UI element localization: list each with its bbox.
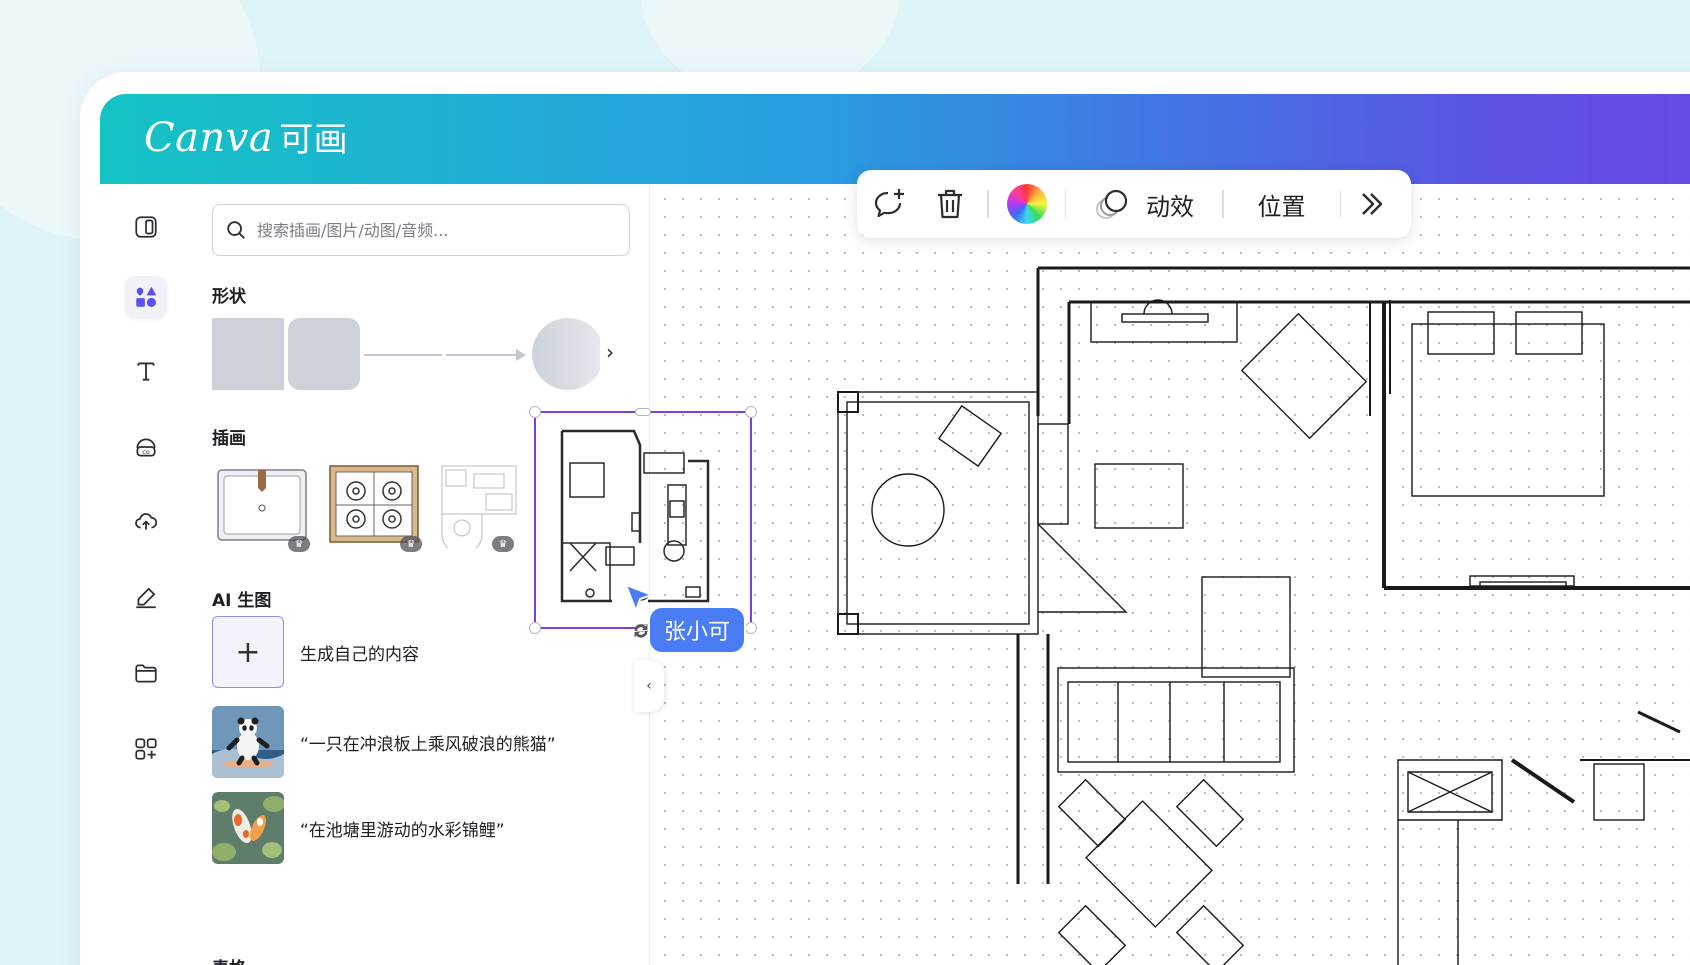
shape-rounded-square[interactable] [288, 318, 360, 390]
panda-image [212, 706, 284, 778]
rail-design-button[interactable] [125, 206, 167, 248]
color-button[interactable] [997, 170, 1057, 238]
resize-handle[interactable] [529, 622, 541, 634]
animate-icon [1096, 189, 1128, 219]
comment-add-icon [874, 189, 904, 218]
delete-button[interactable] [921, 170, 979, 238]
ai-example-koi-label: “在池塘里游动的水彩锦鲤” [300, 820, 505, 841]
color-wheel-icon [1006, 184, 1047, 224]
rail-draw-button[interactable] [125, 576, 167, 618]
resize-handle[interactable] [635, 408, 651, 416]
brand-icon: co [136, 438, 156, 457]
ai-section-title: AI 生图 [212, 591, 272, 611]
floor-plan-drawing[interactable] [650, 184, 1690, 965]
shape-square[interactable] [212, 318, 284, 390]
crown-icon: ♛ [288, 536, 310, 552]
position-button[interactable]: 位置 [1232, 170, 1332, 238]
toolbar-divider [1222, 190, 1224, 218]
side-rail: co [100, 184, 192, 965]
position-label: 位置 [1257, 192, 1306, 221]
shape-arrow[interactable] [446, 345, 528, 365]
shapes-icon [136, 286, 157, 307]
shapes-next-arrow[interactable]: › [606, 340, 614, 364]
rail-elements-button[interactable] [125, 276, 167, 318]
trash-icon [938, 189, 962, 219]
animate-button[interactable]: 动效 [1074, 170, 1214, 238]
illustrations-section-title: 插画 [212, 429, 246, 449]
design-canvas[interactable] [650, 184, 1690, 965]
resize-handle[interactable] [529, 406, 541, 418]
toolbar-divider [987, 190, 989, 218]
text-icon [137, 362, 155, 381]
add-comment-button[interactable] [857, 170, 921, 238]
collapse-panel-button[interactable]: ‹ [634, 660, 664, 712]
plus-icon: + [212, 616, 284, 688]
resize-handle[interactable] [745, 406, 757, 418]
cloud-upload-icon [135, 513, 158, 530]
crown-icon: ♛ [492, 536, 514, 552]
layout-icon [135, 216, 157, 238]
ai-example-koi[interactable]: “在池塘里游动的水彩锦鲤” [212, 792, 505, 864]
chevron-left-icon: ‹ [646, 678, 652, 694]
animate-label: 动效 [1146, 192, 1194, 221]
canva-logo[interactable]: Canva 可画 [144, 108, 348, 170]
crown-icon: ♛ [400, 536, 422, 552]
illustration-floorplan[interactable]: ♛ [440, 464, 518, 555]
folder-icon [135, 664, 157, 683]
table-section-title: 表格 [212, 954, 246, 965]
resize-handle[interactable] [745, 622, 757, 634]
rail-text-button[interactable] [125, 350, 167, 392]
toolbar-divider [1339, 190, 1341, 218]
koi-image [212, 792, 284, 864]
ai-example-panda-label: “一只在冲浪板上乘风破浪的熊猫” [300, 734, 556, 755]
rail-uploads-button[interactable] [125, 500, 167, 542]
rail-projects-button[interactable] [125, 652, 167, 694]
element-toolbar: 动效 位置 [857, 170, 1411, 238]
ai-example-panda[interactable]: “一只在冲浪板上乘风破浪的熊猫” [212, 706, 556, 778]
rail-brand-button[interactable]: co [125, 426, 167, 468]
ai-generate-label: 生成自己的内容 [300, 644, 419, 665]
pen-icon [136, 587, 156, 609]
more-options-button[interactable] [1349, 170, 1395, 238]
search-box[interactable] [212, 204, 630, 256]
shape-line[interactable] [364, 354, 442, 356]
search-icon [227, 221, 245, 239]
apps-icon [135, 738, 157, 760]
illustration-stove[interactable]: ♛ [328, 464, 426, 554]
collaborator-name-tag: 张小可 [648, 606, 747, 654]
rail-apps-button[interactable] [125, 728, 167, 770]
illustration-sink[interactable]: ♛ [216, 464, 314, 554]
double-chevron-right-icon [1362, 193, 1383, 215]
toolbar-divider [1064, 190, 1066, 218]
ai-generate-row[interactable]: + 生成自己的内容 [212, 616, 419, 688]
search-input[interactable] [257, 220, 617, 240]
shape-circle[interactable] [532, 318, 600, 390]
svg-text:co: co [142, 448, 150, 456]
shapes-section-title: 形状 [212, 287, 246, 307]
